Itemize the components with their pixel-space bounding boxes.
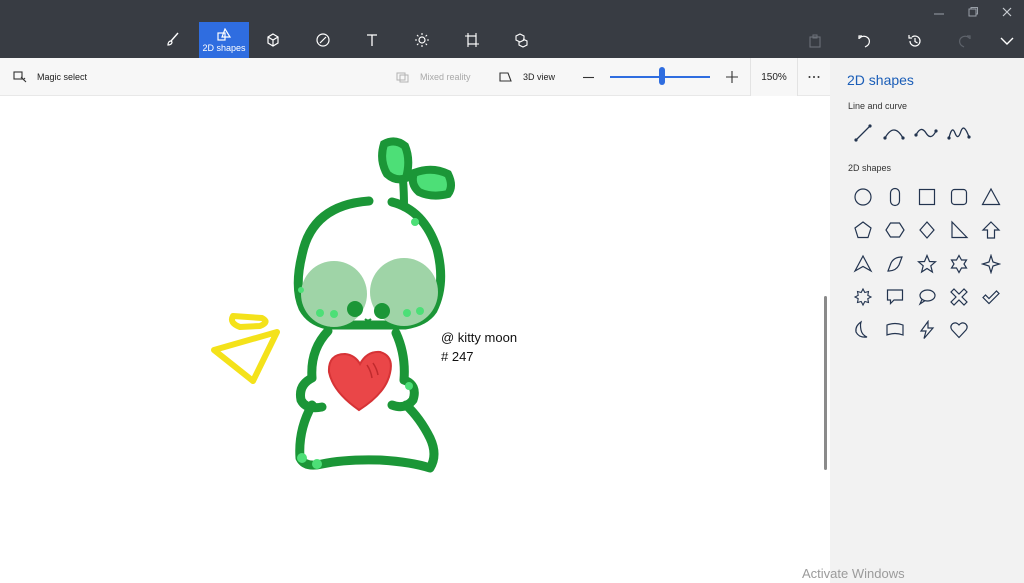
tool-stickers[interactable] bbox=[298, 22, 348, 58]
more-options-button[interactable] bbox=[808, 58, 820, 96]
tool-2d-shapes-label: 2D shapes bbox=[202, 42, 246, 53]
crop-icon bbox=[465, 33, 479, 47]
magic-select-button[interactable]: Magic select bbox=[13, 58, 87, 96]
tool-2d-shapes[interactable]: 2D shapes bbox=[199, 22, 249, 58]
arrow-up-icon[interactable] bbox=[978, 217, 1004, 243]
restore-icon bbox=[968, 7, 978, 17]
tool-3d-shapes[interactable] bbox=[248, 22, 298, 58]
curve-icon[interactable] bbox=[881, 120, 907, 146]
mixed-reality-button[interactable]: Mixed reality bbox=[396, 58, 471, 96]
speech-bubble-icon[interactable] bbox=[882, 284, 908, 310]
minus-icon bbox=[583, 76, 594, 78]
2d-shapes-heading: 2D shapes bbox=[848, 163, 892, 173]
line-icon[interactable] bbox=[850, 120, 876, 146]
red-heart-drawing bbox=[327, 350, 392, 412]
tool-brushes[interactable] bbox=[148, 22, 198, 58]
tool-text[interactable] bbox=[347, 22, 397, 58]
brush-icon bbox=[167, 32, 179, 46]
pentagon-icon[interactable] bbox=[850, 217, 876, 243]
mixed-reality-icon bbox=[396, 72, 409, 83]
restore-button[interactable] bbox=[961, 4, 985, 20]
2d-shapes-icon bbox=[217, 27, 232, 41]
yellow-triangle-doodle bbox=[211, 313, 280, 384]
lightning-icon[interactable] bbox=[914, 317, 940, 343]
s-curve-icon[interactable] bbox=[913, 120, 939, 146]
3d-library-icon bbox=[515, 33, 528, 48]
banner-icon[interactable] bbox=[882, 317, 908, 343]
more-dots-icon bbox=[808, 76, 820, 78]
body-dot bbox=[405, 382, 413, 390]
history-button[interactable] bbox=[900, 28, 930, 54]
command-bar: Magic select Mixed reality 3D view bbox=[0, 58, 830, 96]
close-icon bbox=[1002, 7, 1012, 17]
caption-kitty-moon: @ kitty moon bbox=[441, 330, 518, 345]
app-toolbar: 2D shapes bbox=[0, 0, 1024, 58]
star-6-icon[interactable] bbox=[946, 251, 972, 277]
canvas-drawing bbox=[211, 137, 455, 473]
chevron-down-icon bbox=[1000, 37, 1014, 45]
tool-effects[interactable] bbox=[397, 22, 447, 58]
crescent-icon[interactable] bbox=[850, 317, 876, 343]
minimize-icon bbox=[934, 13, 944, 15]
tool-3d-library[interactable] bbox=[497, 22, 547, 58]
hexagon-icon[interactable] bbox=[882, 217, 908, 243]
capsule-icon[interactable] bbox=[882, 184, 908, 210]
rounded-square-icon[interactable] bbox=[946, 184, 972, 210]
magic-select-label: Magic select bbox=[37, 72, 88, 82]
expand-menu-button[interactable] bbox=[992, 28, 1022, 54]
magic-select-icon bbox=[13, 71, 27, 83]
text-icon bbox=[367, 34, 377, 46]
minimize-button[interactable] bbox=[927, 4, 951, 20]
redo-icon bbox=[959, 35, 971, 48]
shapes-panel: 2D shapes Line and curve 2D shapes bbox=[830, 58, 1024, 583]
cube-icon bbox=[267, 33, 279, 47]
right-triangle-icon[interactable] bbox=[946, 217, 972, 243]
heart-icon[interactable] bbox=[946, 317, 972, 343]
diamond-icon[interactable] bbox=[914, 217, 940, 243]
circle-icon[interactable] bbox=[850, 184, 876, 210]
paste-button[interactable] bbox=[800, 28, 830, 54]
sun-icon bbox=[415, 33, 429, 47]
mixed-reality-label: Mixed reality bbox=[420, 72, 471, 82]
zoom-in-button[interactable] bbox=[726, 58, 738, 96]
3d-view-button[interactable]: 3D view bbox=[499, 58, 555, 96]
star-4-icon[interactable] bbox=[978, 251, 1004, 277]
3d-view-label: 3D view bbox=[523, 72, 556, 82]
paste-icon bbox=[809, 34, 821, 48]
sticker-icon bbox=[316, 33, 330, 47]
body-dot bbox=[312, 459, 322, 469]
wave-curve-icon[interactable] bbox=[946, 120, 972, 146]
arrowhead-icon[interactable] bbox=[850, 251, 876, 277]
panel-title: 2D shapes bbox=[847, 72, 914, 88]
undo-button[interactable] bbox=[850, 28, 880, 54]
cross-icon[interactable] bbox=[946, 284, 972, 310]
history-icon bbox=[908, 35, 921, 47]
3d-view-icon bbox=[499, 72, 512, 82]
checkmark-icon[interactable] bbox=[978, 284, 1004, 310]
caption-number: # 247 bbox=[441, 349, 474, 364]
quarter-shape-icon[interactable] bbox=[882, 251, 908, 277]
star-5-icon[interactable] bbox=[914, 251, 940, 277]
redo-button[interactable] bbox=[949, 28, 979, 54]
zoom-out-button[interactable] bbox=[583, 58, 594, 96]
zoom-percentage[interactable]: 150% bbox=[750, 58, 798, 96]
plus-icon bbox=[726, 71, 738, 83]
zoom-slider-thumb[interactable] bbox=[659, 67, 665, 85]
square-icon[interactable] bbox=[914, 184, 940, 210]
tool-canvas[interactable] bbox=[447, 22, 497, 58]
line-curve-heading: Line and curve bbox=[848, 101, 908, 111]
body-dot bbox=[297, 453, 307, 463]
triangle-icon[interactable] bbox=[978, 184, 1004, 210]
activate-windows-watermark: Activate Windows bbox=[802, 566, 905, 581]
sprout-leaves bbox=[378, 137, 455, 211]
burst-icon[interactable] bbox=[850, 284, 876, 310]
close-button[interactable] bbox=[995, 4, 1019, 20]
thought-bubble-icon[interactable] bbox=[914, 284, 940, 310]
character-head bbox=[293, 196, 446, 330]
undo-icon bbox=[858, 35, 870, 48]
